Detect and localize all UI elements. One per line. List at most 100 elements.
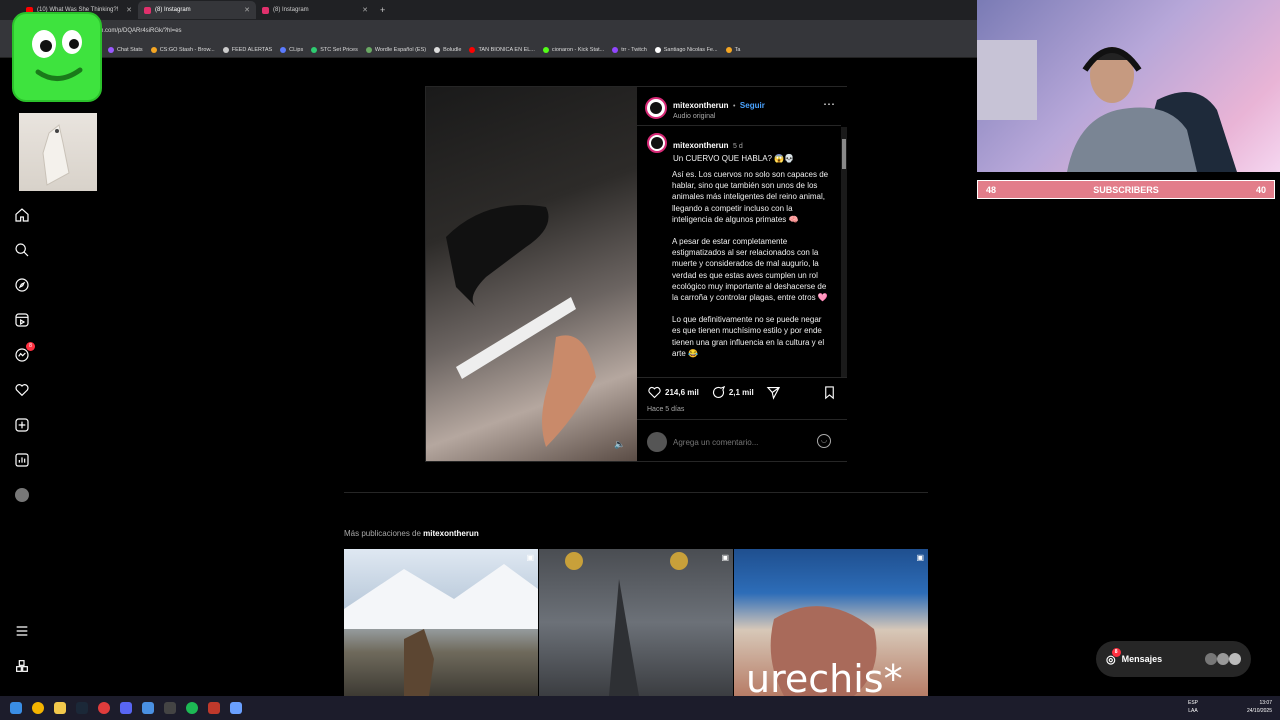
windows-taskbar: ESP LAA 13:07 24/10/2025 <box>0 696 1280 720</box>
caption-username[interactable]: mitexontherun <box>673 141 729 150</box>
section-divider <box>344 492 928 493</box>
bookmark-icon <box>825 386 834 400</box>
system-clock[interactable]: 13:07 24/10/2025 <box>1247 699 1272 715</box>
subscribers-bar: 48 SUBSCRIBERS 40 <box>977 180 1275 199</box>
reel-video[interactable]: 🔈 <box>426 87 637 461</box>
bookmark[interactable]: trr - Twitch <box>612 46 647 53</box>
notification-badge: 8 <box>26 342 35 351</box>
close-icon[interactable]: ✕ <box>244 6 250 14</box>
caption-header: mitexontherun 5 d Un CUERVO QUE HABLA? 😱… <box>647 133 794 163</box>
video-frame <box>446 205 596 447</box>
steam-icon[interactable] <box>76 702 88 714</box>
menu-icon[interactable] <box>13 622 31 640</box>
reels-icon[interactable] <box>13 311 31 329</box>
share-button[interactable] <box>766 385 781 400</box>
dashboard-icon[interactable] <box>13 451 31 469</box>
caption-text: Así es. Los cuervos no solo son capaces … <box>672 169 832 377</box>
app-icon[interactable] <box>164 702 176 714</box>
browser-tab-active[interactable]: (8) Instagram ✕ <box>138 1 256 19</box>
comment-count: 2,1 mil <box>728 388 754 397</box>
more-options-icon[interactable]: ⋯ <box>823 97 836 111</box>
app-icon[interactable] <box>142 702 154 714</box>
close-icon[interactable]: ✕ <box>126 6 132 14</box>
windows-start-icon[interactable] <box>10 702 22 714</box>
post-username[interactable]: mitexontherun <box>673 101 729 110</box>
apps-icon[interactable] <box>13 657 31 675</box>
emoji-icon[interactable]: ◡ <box>817 434 831 448</box>
browser-tab[interactable]: (8) Instagram ✕ <box>256 1 374 19</box>
mute-icon[interactable]: 🔈 <box>614 439 625 450</box>
more-posts-username[interactable]: mitexontherun <box>423 529 479 538</box>
comment-icon <box>712 385 725 398</box>
bookmark[interactable]: CLips <box>280 46 303 53</box>
close-icon[interactable]: ✕ <box>362 6 368 14</box>
post-actions: 214,6 mil 2,1 mil <box>647 385 781 400</box>
bookmark[interactable]: Wordle Español (ES) <box>365 46 426 53</box>
caption-paragraph: A pesar de estar completamente estigmati… <box>672 237 828 303</box>
like-button[interactable]: 214,6 mil <box>647 385 699 400</box>
app-icon[interactable] <box>230 702 242 714</box>
caption-title: Un CUERVO QUE HABLA? 😱💀 <box>673 154 795 163</box>
app-icon[interactable] <box>208 702 220 714</box>
bookmark[interactable]: FEED ALERTAS <box>222 46 272 53</box>
message-avatars <box>1205 653 1241 665</box>
notification-badge: 8 <box>1111 647 1121 657</box>
instagram-icon <box>144 6 151 14</box>
bookmark[interactable]: STC Set Prices <box>311 46 358 53</box>
instagram-icon <box>262 6 269 14</box>
discord-icon[interactable] <box>120 702 132 714</box>
caption-paragraph: Lo que definitivamente no se puede negar… <box>672 315 825 358</box>
divider <box>637 419 847 420</box>
posted-time: Hace 5 días <box>647 406 685 413</box>
sub-count-right: 40 <box>1255 184 1266 195</box>
reel-icon: ▣ <box>721 553 729 562</box>
folder-icon[interactable] <box>54 702 66 714</box>
comment-button[interactable]: 2,1 mil <box>711 385 754 400</box>
messages-button[interactable]: ◎ 8 Mensajes <box>1096 641 1251 677</box>
messenger-icon[interactable]: 8 <box>13 342 35 364</box>
subscribers-label: SUBSCRIBERS <box>1093 184 1159 195</box>
post-thumbnail[interactable]: ▣ <box>539 549 733 696</box>
spotify-icon[interactable] <box>186 702 198 714</box>
avatar <box>647 432 667 452</box>
app-icon[interactable] <box>98 702 110 714</box>
chrome-icon[interactable] <box>32 702 44 714</box>
address-bar[interactable]: am.com/p/DQARr4siRGk/?hl=es <box>0 20 977 42</box>
profile-avatar[interactable] <box>13 486 31 504</box>
caption-scrollbar[interactable] <box>841 127 847 377</box>
post-thumbnail[interactable]: urechis* ▣ <box>734 549 928 696</box>
explore-icon[interactable] <box>13 276 31 294</box>
bookmark[interactable]: CS:GO Stash - Brow... <box>150 46 215 53</box>
post-header: mitexontherun • Seguir Audio original <box>645 95 765 120</box>
divider <box>637 125 841 126</box>
language-indicator[interactable]: ESP LAA <box>1188 699 1198 715</box>
reel-icon: ▣ <box>526 553 534 562</box>
search-icon[interactable] <box>13 241 31 259</box>
follow-button[interactable]: Seguir <box>740 101 765 110</box>
send-icon <box>766 386 780 400</box>
audio-label[interactable]: Audio original <box>673 113 765 120</box>
tab-title: (8) Instagram <box>155 7 191 13</box>
home-icon[interactable] <box>13 206 31 224</box>
avatar[interactable] <box>645 96 667 119</box>
bookmark[interactable]: Ta <box>725 46 740 53</box>
comment-input[interactable] <box>673 435 813 449</box>
divider <box>637 377 847 378</box>
bookmark[interactable]: Chat Stats <box>108 46 143 53</box>
bookmarks-bar: Chat Stats CS:GO Stash - Brow... FEED AL… <box>0 42 977 58</box>
bookmark[interactable]: cionaron - Kick Stat... <box>542 46 604 53</box>
reel-icon: ▣ <box>916 553 924 562</box>
heart-icon[interactable] <box>13 381 31 399</box>
streamer-webcam <box>977 0 1280 172</box>
bookmark[interactable]: TAN BIONICA EN EL... <box>469 46 535 53</box>
create-icon[interactable] <box>13 416 31 434</box>
avatar[interactable] <box>647 133 667 153</box>
bookmark[interactable]: Boludle <box>434 46 461 53</box>
post-thumbnail[interactable]: ▣ <box>344 549 538 696</box>
post-details: mitexontherun • Seguir Audio original ⋯ … <box>637 87 847 461</box>
post-modal: 🔈 mitexontherun • Seguir Audio original … <box>425 86 847 462</box>
bookmark[interactable]: Santiago Nicolas Fe... <box>654 46 718 53</box>
save-button[interactable] <box>822 385 837 400</box>
new-tab-icon[interactable]: + <box>380 5 385 15</box>
caption-paragraph: Así es. Los cuervos no solo son capaces … <box>672 170 829 224</box>
